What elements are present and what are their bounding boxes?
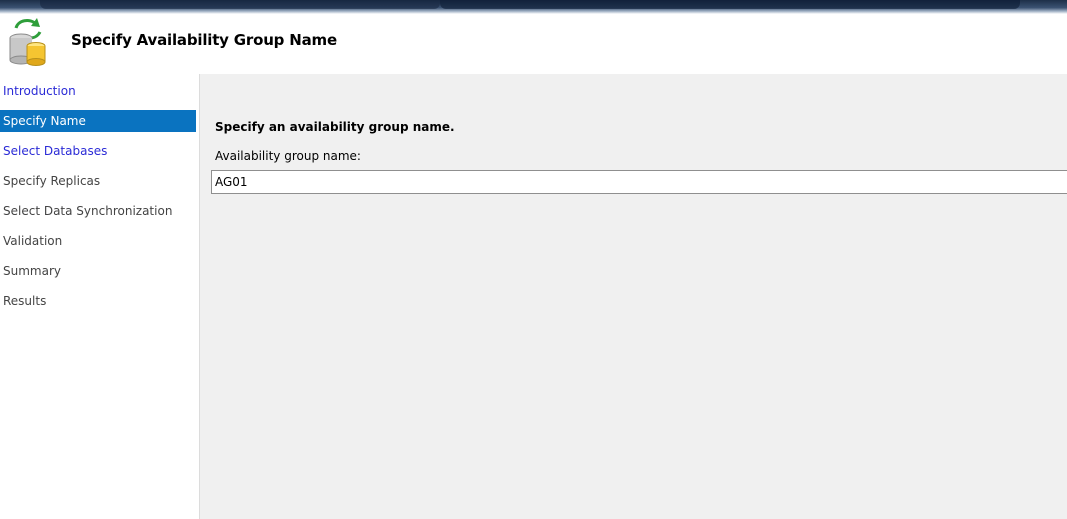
wizard-step-sidebar: Introduction Specify Name Select Databas… <box>0 74 199 519</box>
sidebar-item-introduction[interactable]: Introduction <box>0 80 196 102</box>
wizard-header: Specify Availability Group Name <box>0 14 1067 74</box>
database-sync-icon <box>4 14 52 66</box>
sidebar-item-specify-name[interactable]: Specify Name <box>0 110 196 132</box>
sidebar-item-select-data-synchronization: Select Data Synchronization <box>3 204 173 218</box>
sidebar-item-validation: Validation <box>3 234 63 248</box>
availability-group-name-input[interactable] <box>211 170 1067 194</box>
title-bar-segment <box>40 0 440 9</box>
sidebar-item-select-databases[interactable]: Select Databases <box>0 140 196 162</box>
availability-group-name-label: Availability group name: <box>215 149 361 163</box>
title-bar-segment <box>440 0 1020 9</box>
section-heading: Specify an availability group name. <box>215 120 455 134</box>
page-title: Specify Availability Group Name <box>71 31 337 49</box>
wizard-content-panel: Specify an availability group name. Avai… <box>200 74 1067 519</box>
sidebar-item-summary: Summary <box>3 264 61 278</box>
sidebar-item-specify-replicas: Specify Replicas <box>3 174 101 188</box>
window-title-bar <box>0 0 1067 14</box>
sidebar-item-results: Results <box>3 294 47 308</box>
